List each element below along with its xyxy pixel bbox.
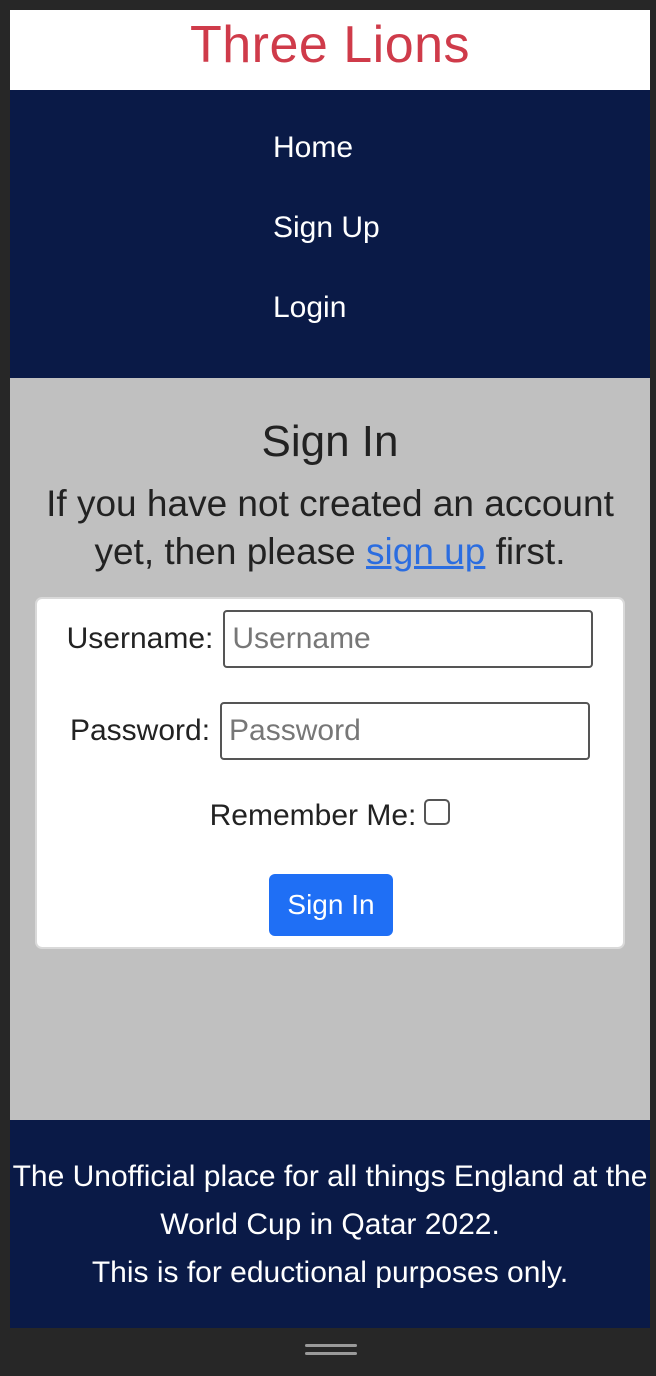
sign-up-link[interactable]: sign up — [366, 531, 485, 572]
sign-in-form: Username: Password: Remember Me: Sign In — [35, 597, 625, 949]
password-row: Password: — [37, 702, 623, 760]
intro-text-after: first. — [485, 531, 566, 572]
main-content: Sign In If you have not created an accou… — [10, 378, 650, 1120]
remember-me-label: Remember Me: — [209, 799, 417, 832]
remember-row: Remember Me: — [37, 799, 623, 833]
sign-in-button[interactable]: Sign In — [269, 874, 393, 936]
nav-item-sign-up[interactable]: Sign Up — [10, 210, 650, 290]
nav-item-home[interactable]: Home — [10, 130, 650, 210]
brand-title[interactable]: Three Lions — [190, 19, 470, 71]
resize-handle-bottom-line[interactable] — [305, 1352, 357, 1355]
nav-menu: Home Sign Up Login — [10, 90, 650, 378]
username-label: Username: — [66, 622, 214, 655]
footer-text-line-1: The Unofficial place for all things Engl… — [12, 1160, 648, 1241]
intro-text: If you have not created an account yet, … — [30, 480, 630, 576]
password-label: Password: — [69, 714, 211, 747]
nav-item-login[interactable]: Login — [10, 290, 650, 370]
brand-bar: Three Lions — [10, 10, 650, 90]
page-title: Sign In — [261, 417, 399, 466]
password-input[interactable] — [220, 702, 591, 760]
resize-handle-top-line[interactable] — [305, 1344, 357, 1347]
username-row: Username: — [37, 610, 623, 668]
footer-text-line-2: This is for eductional purposes only. — [91, 1256, 569, 1289]
username-input[interactable] — [223, 610, 594, 668]
remember-me-checkbox[interactable] — [424, 799, 451, 825]
footer: The Unofficial place for all things Engl… — [10, 1120, 650, 1328]
app-frame: Three Lions Home Sign Up Login Sign In I… — [10, 10, 650, 1328]
